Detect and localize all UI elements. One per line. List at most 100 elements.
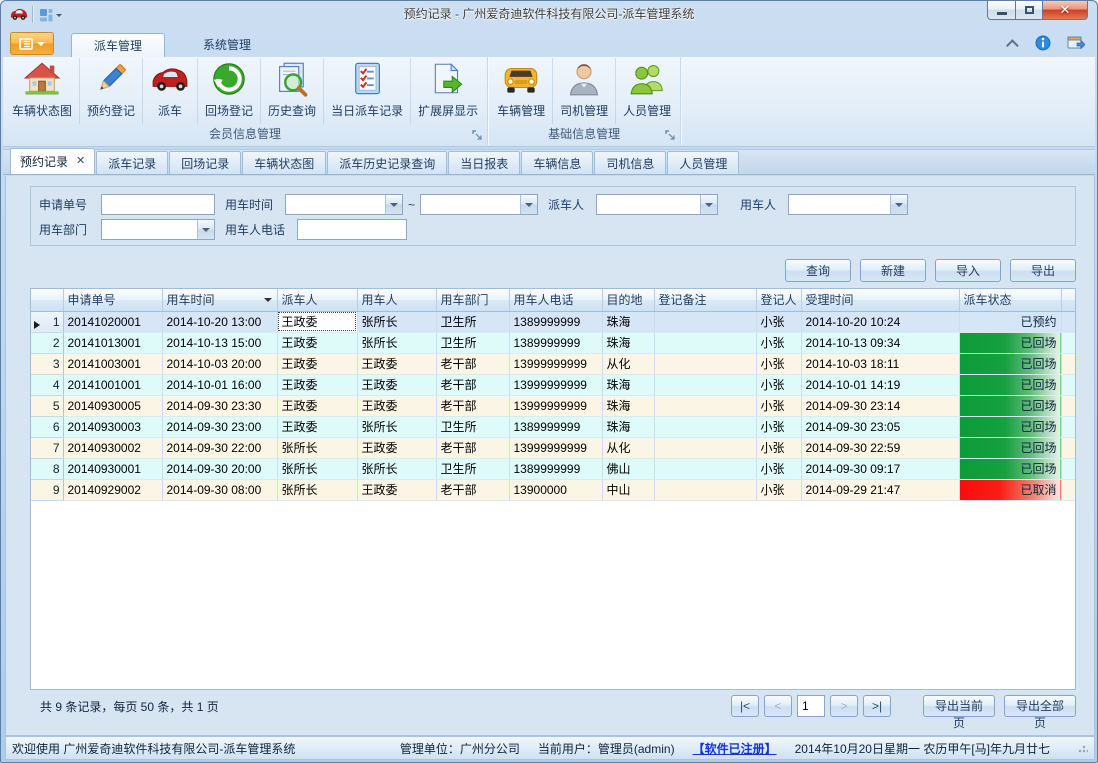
dropdown-arrow-icon[interactable] <box>197 220 214 239</box>
cell-dispatch-status[interactable]: 已回场 <box>959 374 1061 395</box>
reservation-register-button[interactable]: 预约登记 <box>80 58 143 124</box>
collapse-ribbon-icon[interactable] <box>1006 39 1019 52</box>
row-header-cell[interactable]: 6 <box>31 416 63 437</box>
cell-destination[interactable]: 珠海 <box>602 395 654 416</box>
col-registrar[interactable]: 登记人 <box>756 289 801 311</box>
row-header-cell[interactable]: 2 <box>31 332 63 353</box>
cell-accept-time[interactable]: 2014-09-30 23:14 <box>801 395 959 416</box>
table-row[interactable]: 8 20140930001 2014-09-30 20:00 张所长 张所长 卫… <box>31 458 1075 479</box>
cell-user[interactable]: 张所长 <box>357 332 436 353</box>
cell-phone[interactable]: 1389999999 <box>509 416 602 437</box>
query-button[interactable]: 查询 <box>785 259 851 282</box>
cell-note[interactable] <box>654 353 756 374</box>
cell-accept-time[interactable]: 2014-10-13 09:34 <box>801 332 959 353</box>
cell-user[interactable]: 王政委 <box>357 395 436 416</box>
page-number-input[interactable] <box>797 695 825 717</box>
cell-dept[interactable]: 老干部 <box>436 374 509 395</box>
cell-registrar[interactable]: 小张 <box>756 311 801 332</box>
col-destination[interactable]: 目的地 <box>602 289 654 311</box>
cell-dispatch-status[interactable]: 已回场 <box>959 332 1061 353</box>
info-icon[interactable] <box>1035 35 1051 51</box>
col-accept-time[interactable]: 受理时间 <box>801 289 959 311</box>
cell-dispatcher[interactable]: 王政委 <box>277 332 357 353</box>
row-header-cell[interactable]: 1 <box>31 311 63 332</box>
cell-dispatch-status[interactable]: 已回场 <box>959 395 1061 416</box>
new-button[interactable]: 新建 <box>860 259 926 282</box>
cell-dispatch-status[interactable]: 已预约 <box>959 311 1061 332</box>
cell-order-no[interactable]: 20141001001 <box>63 374 162 395</box>
cell-order-no[interactable]: 20141003001 <box>63 353 162 374</box>
app-menu-button[interactable] <box>10 32 54 55</box>
close-button[interactable]: ✕ <box>1043 1 1088 20</box>
cell-accept-time[interactable]: 2014-10-20 10:24 <box>801 311 959 332</box>
col-dispatcher[interactable]: 派车人 <box>277 289 357 311</box>
vehicle-status-map-button[interactable]: 车辆状态图 <box>5 58 80 124</box>
col-order-no[interactable]: 申请单号 <box>63 289 162 311</box>
extended-screen-button[interactable]: 扩展屏显示 <box>411 58 485 124</box>
dialog-launcher-icon[interactable] <box>665 130 676 141</box>
prev-page-button[interactable]: < <box>764 695 792 717</box>
table-row[interactable]: 6 20140930003 2014-09-30 23:00 王政委 张所长 卫… <box>31 416 1075 437</box>
cell-destination[interactable]: 佛山 <box>602 458 654 479</box>
table-row[interactable]: 7 20140930002 2014-09-30 22:00 张所长 王政委 老… <box>31 437 1075 458</box>
doc-tab-driver-info[interactable]: 司机信息 <box>594 151 666 174</box>
cell-use-time[interactable]: 2014-10-13 15:00 <box>162 332 277 353</box>
cell-dept[interactable]: 卫生所 <box>436 416 509 437</box>
cell-phone[interactable]: 1389999999 <box>509 332 602 353</box>
order-no-input[interactable] <box>101 194 215 215</box>
cell-phone[interactable]: 1389999999 <box>509 458 602 479</box>
use-time-from-combo[interactable] <box>285 194 403 215</box>
col-dept[interactable]: 用车部门 <box>436 289 509 311</box>
row-header-cell[interactable]: 4 <box>31 374 63 395</box>
switch-window-icon[interactable] <box>1067 35 1085 51</box>
dispatch-button[interactable]: 派车 <box>143 58 198 124</box>
table-row[interactable]: 3 20141003001 2014-10-03 20:00 王政委 王政委 老… <box>31 353 1075 374</box>
ribbon-tab-system-mgmt[interactable]: 系统管理 <box>181 33 273 57</box>
cell-order-no[interactable]: 20140930001 <box>63 458 162 479</box>
export-button[interactable]: 导出 <box>1010 259 1076 282</box>
cell-dispatch-status[interactable]: 已回场 <box>959 458 1061 479</box>
cell-use-time[interactable]: 2014-09-30 08:00 <box>162 479 277 500</box>
app-logo-car-icon[interactable] <box>10 7 28 22</box>
cell-dispatcher[interactable]: 张所长 <box>277 479 357 500</box>
col-user[interactable]: 用车人 <box>357 289 436 311</box>
last-page-button[interactable]: >| <box>863 695 891 717</box>
cell-accept-time[interactable]: 2014-10-01 14:19 <box>801 374 959 395</box>
close-tab-icon[interactable]: ✕ <box>76 156 85 167</box>
cell-destination[interactable]: 珠海 <box>602 416 654 437</box>
return-register-button[interactable]: 回场登记 <box>198 58 261 124</box>
export-all-pages-button[interactable]: 导出全部页 <box>1004 695 1076 717</box>
cell-destination[interactable]: 从化 <box>602 353 654 374</box>
dropdown-arrow-icon[interactable] <box>890 195 907 214</box>
cell-dispatcher[interactable]: 王政委 <box>277 416 357 437</box>
cell-use-time[interactable]: 2014-09-30 22:00 <box>162 437 277 458</box>
cell-note[interactable] <box>654 395 756 416</box>
cell-destination[interactable]: 从化 <box>602 437 654 458</box>
next-page-button[interactable]: > <box>830 695 858 717</box>
row-header-cell[interactable]: 3 <box>31 353 63 374</box>
cell-dispatcher[interactable]: 王政委 <box>277 311 357 332</box>
today-dispatch-records-button[interactable]: 当日派车记录 <box>324 58 411 124</box>
cell-order-no[interactable]: 20140930002 <box>63 437 162 458</box>
cell-destination[interactable]: 珠海 <box>602 374 654 395</box>
cell-dept[interactable]: 老干部 <box>436 353 509 374</box>
cell-note[interactable] <box>654 479 756 500</box>
use-time-to-combo[interactable] <box>420 194 538 215</box>
doc-tab-dispatch-history-query[interactable]: 派车历史记录查询 <box>327 151 447 174</box>
cell-dispatcher[interactable]: 张所长 <box>277 437 357 458</box>
doc-tab-personnel-mgmt[interactable]: 人员管理 <box>667 151 739 174</box>
col-use-time[interactable]: 用车时间 <box>162 289 277 311</box>
cell-registrar[interactable]: 小张 <box>756 458 801 479</box>
dispatcher-combo[interactable] <box>596 194 718 215</box>
cell-registrar[interactable]: 小张 <box>756 479 801 500</box>
cell-dept[interactable]: 老干部 <box>436 479 509 500</box>
cell-registrar[interactable]: 小张 <box>756 332 801 353</box>
cell-order-no[interactable]: 20140930005 <box>63 395 162 416</box>
cell-destination[interactable]: 珠海 <box>602 311 654 332</box>
cell-registrar[interactable]: 小张 <box>756 437 801 458</box>
cell-note[interactable] <box>654 374 756 395</box>
license-registered-link[interactable]: 【软件已注册】 <box>693 740 777 757</box>
cell-user[interactable]: 张所长 <box>357 416 436 437</box>
row-header-cell[interactable]: 9 <box>31 479 63 500</box>
import-button[interactable]: 导入 <box>935 259 1001 282</box>
